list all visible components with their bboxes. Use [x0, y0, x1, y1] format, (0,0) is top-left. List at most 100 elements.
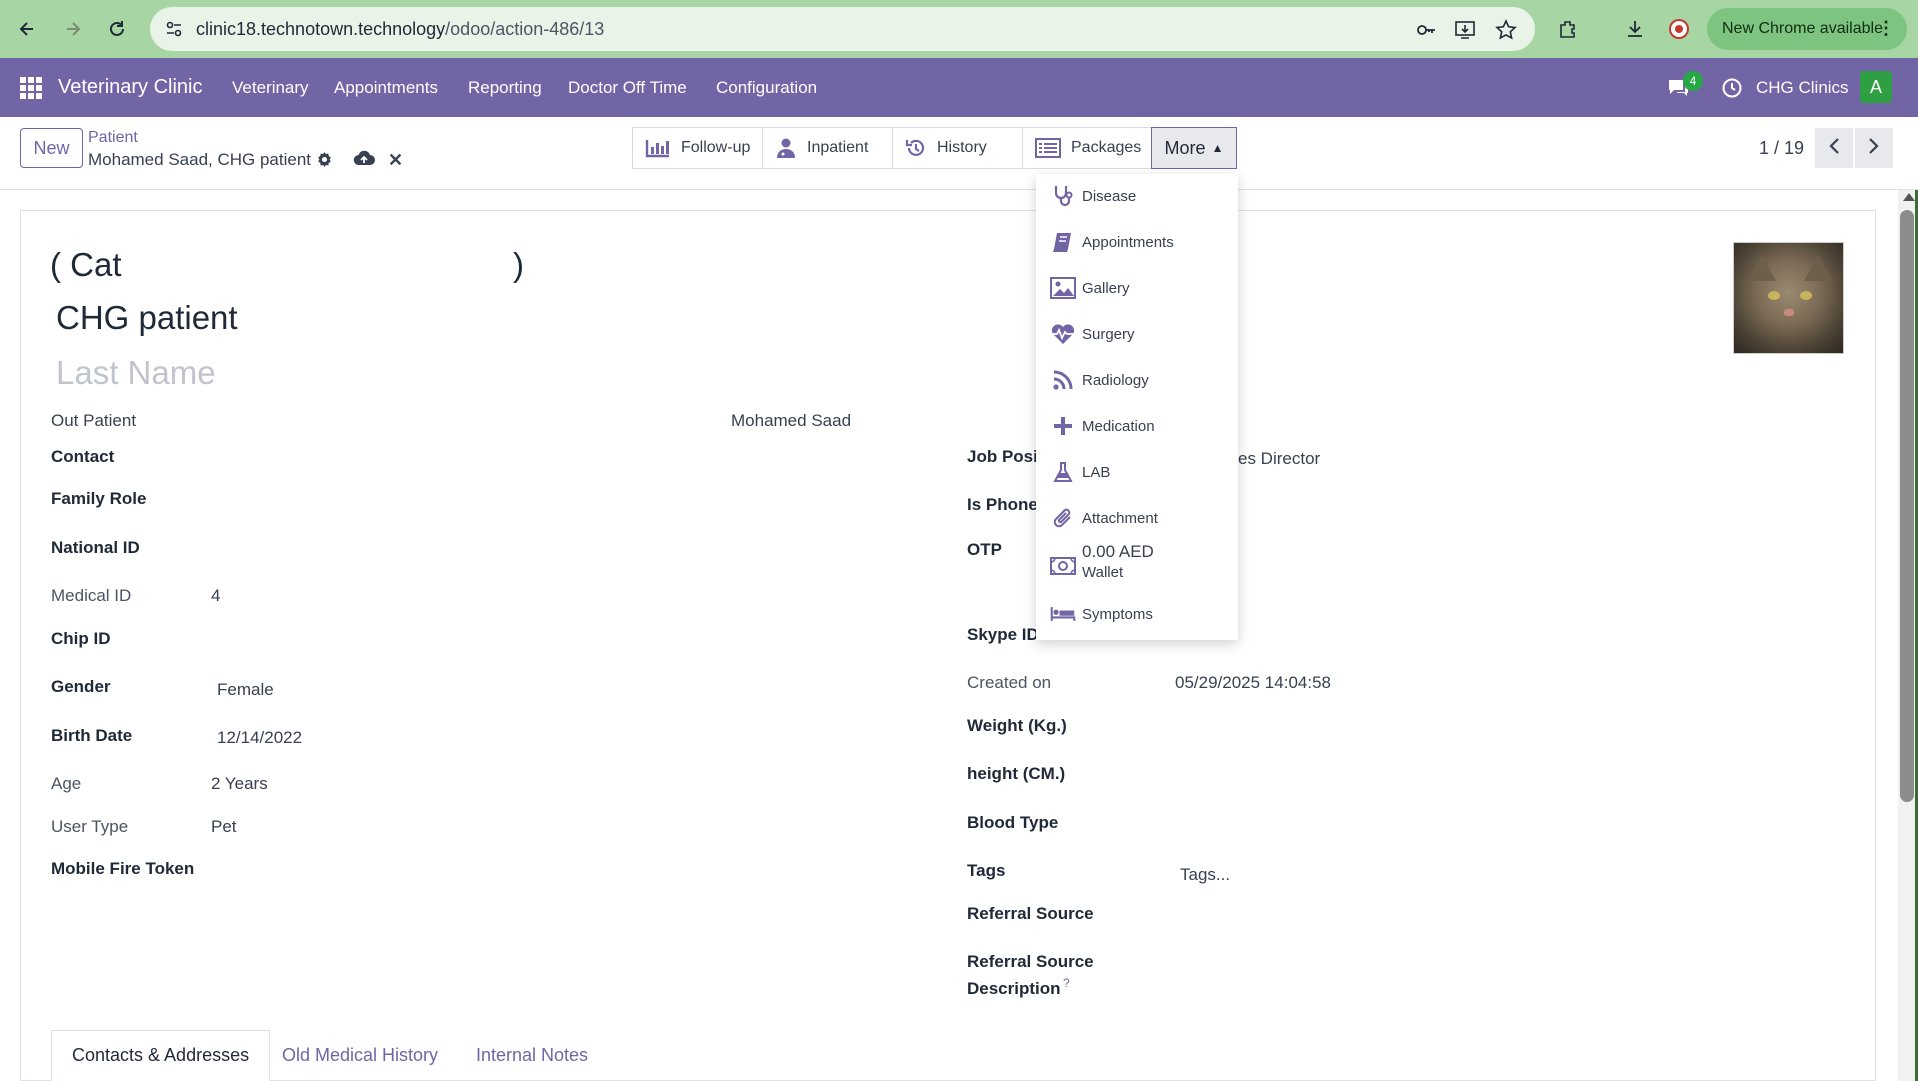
more-dropdown-toggle[interactable]: More ▲	[1151, 127, 1237, 169]
app-grid-icon[interactable]	[20, 77, 42, 99]
password-key-icon[interactable]	[1414, 18, 1438, 42]
forward-arrow-icon[interactable]	[58, 14, 88, 44]
history-button[interactable]: History	[892, 127, 1023, 169]
tab-old-medical-history[interactable]: Old Medical History	[282, 1030, 438, 1081]
plus-icon	[1050, 415, 1076, 437]
pager-value[interactable]: 1 / 19	[1759, 138, 1804, 159]
pager-previous-button[interactable]	[1815, 128, 1853, 168]
user-type-value: Pet	[211, 817, 237, 836]
history-icon	[905, 137, 927, 159]
company-switcher[interactable]: CHG Clinics	[1756, 78, 1849, 98]
age-value: 2 Years	[211, 774, 268, 793]
chevron-right-icon	[1867, 136, 1881, 161]
dropdown-item-radiology[interactable]: Radiology	[1036, 360, 1238, 400]
breadcrumb-patient[interactable]: Patient	[88, 129, 138, 147]
paperclip-icon	[1050, 507, 1076, 529]
menu-veterinary[interactable]: Veterinary	[232, 78, 309, 98]
inpatient-button[interactable]: Inpatient	[762, 127, 893, 169]
dropdown-item-medication[interactable]: Medication	[1036, 406, 1238, 446]
species-title-close: )	[513, 246, 524, 283]
job-position-label: Job Posit	[967, 447, 1044, 466]
menu-reporting[interactable]: Reporting	[468, 78, 542, 98]
dropdown-item-disease[interactable]: Disease	[1036, 176, 1238, 216]
contact-label: Contact	[51, 447, 115, 466]
back-arrow-icon[interactable]	[12, 14, 42, 44]
app-brand[interactable]: Veterinary Clinic	[58, 76, 203, 99]
weight-label: Weight (Kg.)	[967, 716, 1067, 735]
medication-label: Medication	[1082, 417, 1155, 435]
skype-id-label: Skype ID	[967, 625, 1039, 644]
dropdown-item-surgery[interactable]: Surgery	[1036, 314, 1238, 354]
pager-next-button[interactable]	[1855, 128, 1893, 168]
kebab-menu-icon[interactable]: ⋮	[1877, 18, 1895, 39]
tab-internal-notes[interactable]: Internal Notes	[476, 1030, 588, 1081]
gender-value[interactable]: Female	[217, 680, 274, 700]
created-on-value: 05/29/2025 14:04:58	[1175, 673, 1331, 692]
dropdown-item-lab[interactable]: LAB	[1036, 452, 1238, 492]
dropdown-item-attachment[interactable]: Attachment	[1036, 498, 1238, 538]
image-icon	[1050, 277, 1076, 299]
menu-doctor-off-time[interactable]: Doctor Off Time	[568, 78, 687, 98]
chevron-left-icon	[1827, 136, 1841, 161]
owner-value[interactable]: Mohamed Saad	[731, 411, 851, 431]
last-name-field[interactable]: Last Name	[56, 354, 216, 392]
activity-clock-icon[interactable]	[1721, 77, 1743, 104]
radiology-label: Radiology	[1082, 371, 1149, 389]
first-name-field[interactable]: CHG patient	[56, 299, 238, 337]
tags-label: Tags	[967, 861, 1006, 880]
menu-appointments[interactable]: Appointments	[334, 78, 438, 98]
cloud-save-icon[interactable]	[353, 150, 375, 173]
main-navbar: Veterinary Clinic Veterinary Appointment…	[0, 58, 1918, 117]
history-label: History	[937, 139, 987, 156]
job-position-field[interactable]: es Director	[1238, 449, 1320, 469]
install-app-icon[interactable]	[1453, 18, 1477, 42]
bookmark-star-icon[interactable]	[1494, 18, 1518, 42]
dropdown-item-symptoms[interactable]: Symptoms	[1036, 594, 1238, 634]
referral-desc-label-line2: Description	[967, 979, 1061, 998]
new-record-button[interactable]: New	[20, 128, 83, 168]
book-icon	[1050, 231, 1076, 253]
scroll-up-arrow-icon[interactable]	[1903, 193, 1915, 201]
profile-extension-icon[interactable]	[1664, 14, 1694, 44]
scrollbar-thumb[interactable]	[1900, 210, 1914, 802]
dropdown-item-appointments[interactable]: Appointments	[1036, 222, 1238, 262]
bed-icon	[1050, 604, 1076, 624]
patient-photo[interactable]	[1733, 242, 1844, 354]
gear-icon[interactable]	[316, 151, 333, 173]
downloads-icon[interactable]	[1620, 14, 1650, 44]
birth-date-value[interactable]: 12/14/2022	[217, 728, 302, 748]
wallet-amount: 0.00 AED	[1082, 542, 1154, 561]
referral-desc-label-line1: Referral Source	[967, 952, 1094, 971]
patient-type-value[interactable]: Out Patient	[51, 411, 136, 431]
tab-contacts-addresses[interactable]: Contacts & Addresses	[51, 1030, 271, 1081]
chat-count-badge: 4	[1683, 71, 1703, 91]
packages-label: Packages	[1071, 139, 1142, 156]
list-alt-icon	[1035, 138, 1061, 158]
blood-type-label: Blood Type	[967, 813, 1059, 832]
packages-button[interactable]: Packages	[1022, 127, 1153, 169]
more-dropdown-menu: Disease Appointments Gallery Surgery Rad…	[1036, 174, 1238, 640]
discard-close-icon[interactable]: ✕	[388, 150, 403, 171]
medical-id-label: Medical ID	[51, 586, 132, 605]
family-role-label: Family Role	[51, 489, 147, 508]
symptoms-label: Symptoms	[1082, 605, 1153, 623]
extensions-icon[interactable]	[1553, 14, 1583, 44]
menu-configuration[interactable]: Configuration	[716, 78, 817, 98]
height-label: height (CM.)	[967, 764, 1066, 783]
species-title[interactable]: ( Cat	[50, 246, 122, 284]
otp-label: OTP	[967, 540, 1002, 559]
referral-source-label: Referral Source	[967, 904, 1094, 923]
help-tooltip-icon[interactable]: ?	[1063, 976, 1070, 990]
appointments-label: Appointments	[1082, 233, 1174, 251]
follow-up-button[interactable]: Follow-up	[632, 127, 763, 169]
is-phone-label: Is Phone	[967, 495, 1038, 514]
user-avatar[interactable]: A	[1860, 71, 1892, 103]
tags-input[interactable]: Tags...	[1180, 865, 1230, 885]
url-text: clinic18.technotown.technology/odoo/acti…	[196, 19, 604, 40]
reload-icon[interactable]	[102, 14, 132, 44]
dropdown-item-gallery[interactable]: Gallery	[1036, 268, 1238, 308]
new-chrome-available-button[interactable]: New Chrome available ⋮	[1707, 8, 1907, 50]
dropdown-item-wallet[interactable]: 0.00 AED Wallet	[1036, 542, 1238, 590]
address-bar[interactable]: clinic18.technotown.technology/odoo/acti…	[150, 7, 1535, 51]
site-settings-icon[interactable]	[164, 19, 184, 44]
